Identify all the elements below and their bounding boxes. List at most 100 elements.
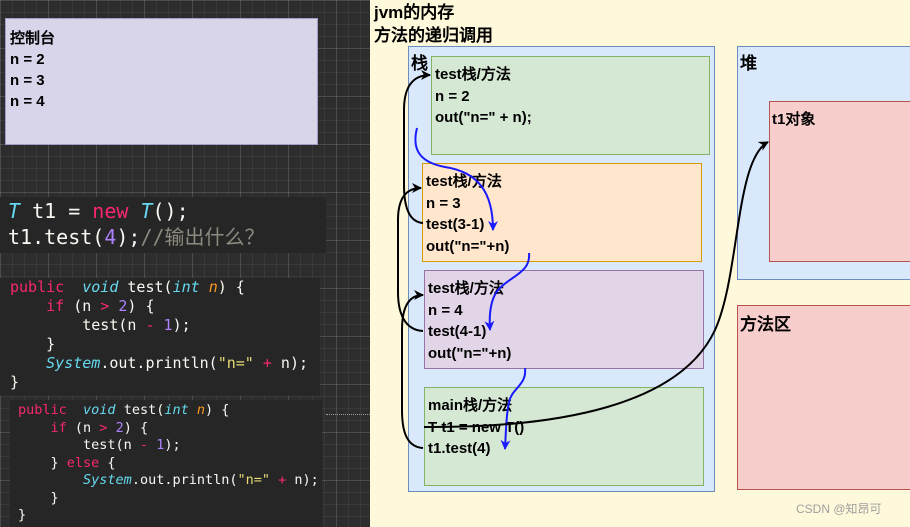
console-line: n = 4 [10, 93, 45, 110]
heap-label: 堆 [740, 54, 757, 73]
stack-label: 栈 [411, 54, 428, 73]
code-snippet-recursive-test: public void test(int n) { if (n > 2) { t… [0, 278, 320, 396]
frame-label: main栈/方法 [428, 397, 513, 414]
code-token: - [145, 316, 155, 334]
code-token: 4 [104, 225, 117, 249]
diagram-canvas: 控制台 n = 2 n = 3 n = 4 T t1 = new T(); t1.… [0, 0, 910, 527]
jvm-memory-panel: jvm的内存 方法的递归调用 栈 test栈/方法 n = 2 out("n="… [370, 0, 910, 527]
frame-line: out("n="+n) [426, 237, 510, 255]
code-token: ); [116, 225, 141, 249]
code-token: T [8, 199, 21, 223]
frame-line: n = 3 [426, 194, 461, 212]
code-line: T t1 = new T(); [8, 198, 326, 224]
code-token: else [66, 454, 100, 471]
code-line: t1.test(4);//输出什么？ [8, 224, 326, 250]
panel-title-block: jvm的内存 方法的递归调用 [374, 1, 493, 47]
stack-frame-test-n4: test栈/方法 n = 4 test(4-1) out("n="+n) [424, 270, 704, 369]
code-token: t1.test( [8, 225, 105, 249]
code-token: } [18, 454, 67, 471]
code-token: } [18, 507, 27, 523]
frame-label: test栈/方法 [428, 280, 504, 297]
frame-line: t1.test(4) [428, 440, 491, 457]
code-token: > [100, 297, 110, 315]
code-line: } [10, 335, 320, 354]
code-token: void [83, 402, 116, 418]
code-token: (n [64, 297, 101, 315]
code-token: new [92, 199, 129, 223]
code-token: n [208, 278, 218, 296]
stack-frame-test-n2: test栈/方法 n = 2 out("n=" + n); [431, 56, 710, 155]
method-area-label: 方法区 [740, 315, 791, 334]
diagram-title: jvm的内存 [374, 3, 455, 22]
code-token: 1 [163, 316, 173, 334]
code-token: (); [152, 199, 189, 223]
code-token: int [164, 402, 189, 418]
code-line: } else { [18, 455, 322, 473]
code-token: .out.println( [100, 354, 218, 372]
code-token: } [18, 489, 59, 506]
code-line: if (n > 2) { [10, 297, 320, 316]
code-token: { [99, 454, 116, 471]
diagram-subtitle: 方法的递归调用 [374, 26, 493, 45]
code-snippet-recursive-test-else: public void test(int n) { if (n > 2) { t… [10, 400, 322, 527]
console-line: n = 3 [10, 72, 45, 89]
frame-label: test栈/方法 [426, 173, 502, 190]
code-token: test(n [18, 437, 140, 453]
frame-line: T t1 = new T() [428, 418, 525, 436]
code-token: test( [115, 402, 165, 418]
method-area: 方法区 [737, 305, 910, 490]
code-token: public [18, 402, 67, 418]
stack-frame-test-n3: test栈/方法 n = 3 test(3-1) out("n="+n) [422, 163, 702, 262]
stack-frame-main: main栈/方法 T t1 = new T() t1.test(4) [424, 387, 704, 486]
code-line: public void test(int n) { [18, 402, 322, 420]
code-line: test(n - 1); [18, 437, 322, 455]
code-token: "n=" [237, 472, 270, 488]
code-line: } [18, 490, 322, 508]
code-token: if [46, 297, 65, 315]
code-token: int [172, 278, 200, 296]
code-token: "n=" [217, 354, 254, 372]
code-token: } [10, 335, 56, 353]
code-token: ); [164, 437, 181, 453]
console-title: 控制台 [10, 30, 56, 47]
code-token: n); [271, 354, 309, 372]
code-token: test( [118, 278, 173, 296]
code-token: - [139, 437, 149, 453]
code-token: test(n [10, 316, 146, 334]
heap-object-t1: t1对象 [769, 101, 910, 262]
code-line: public void test(int n) { [10, 278, 320, 297]
code-token: ) { [127, 297, 155, 315]
code-token: void [82, 278, 119, 296]
code-token: 2 [115, 419, 124, 436]
code-token: //输出什么？ [140, 225, 265, 249]
watermark: CSDN @知昂可 [796, 502, 882, 516]
code-line: System.out.println("n=" + n); [18, 472, 322, 490]
code-token: n); [286, 472, 319, 488]
code-token: } [10, 373, 20, 391]
code-token: ) { [123, 419, 149, 436]
code-line: if (n > 2) { [18, 420, 322, 438]
code-token: ); [172, 316, 191, 334]
console-line: n = 2 [10, 51, 45, 68]
code-line: } [18, 507, 322, 525]
frame-line: out("n=" + n); [435, 109, 532, 126]
code-token: System [83, 472, 132, 488]
code-token: n [196, 402, 206, 418]
frame-line: n = 2 [435, 87, 470, 105]
code-token: t1 = [20, 199, 93, 223]
code-snippet-main-call: T t1 = new T(); t1.test(4);//输出什么？ [0, 197, 326, 253]
frame-label: test栈/方法 [435, 66, 511, 83]
heap-area: 堆 t1对象 [737, 46, 910, 280]
code-token: + [262, 354, 272, 372]
